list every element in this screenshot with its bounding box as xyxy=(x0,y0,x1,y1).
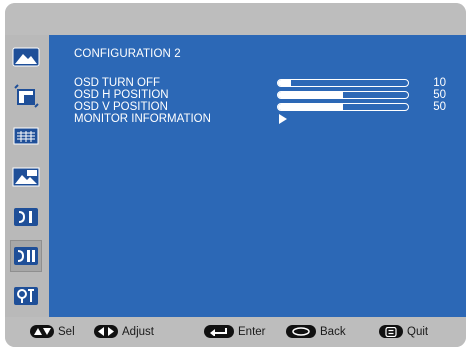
menu-icon xyxy=(379,325,403,338)
osd-turn-off-slider[interactable] xyxy=(277,79,409,87)
menu-item-value: 10 xyxy=(433,77,446,89)
menu-item-value: 50 xyxy=(433,101,446,113)
hint-quit: Quit xyxy=(379,325,428,338)
hint-label: Back xyxy=(320,325,346,338)
hint-adjust: Adjust xyxy=(94,325,154,338)
osd-top-bar xyxy=(5,3,466,35)
osd-h-position-slider[interactable] xyxy=(277,91,409,99)
osd-sidebar xyxy=(5,35,49,317)
hint-select: Sel xyxy=(30,325,75,338)
slider-fill xyxy=(278,80,291,86)
menu-item-label: OSD V POSITION xyxy=(74,101,168,113)
hint-back: Back xyxy=(286,325,346,338)
osd-footer: Sel Adjust Enter Back Quit xyxy=(5,317,466,347)
menu-title: CONFIGURATION 2 xyxy=(74,48,181,60)
menu-item-label: OSD TURN OFF xyxy=(74,77,161,89)
hint-label: Quit xyxy=(407,325,429,338)
configuration-1-icon[interactable] xyxy=(10,201,42,233)
advanced-icon[interactable] xyxy=(10,280,42,312)
hint-label: Sel xyxy=(58,325,75,338)
pip-icon[interactable] xyxy=(10,81,42,113)
hint-enter: Enter xyxy=(204,325,266,338)
slider-fill xyxy=(278,92,343,98)
osd-v-position-slider[interactable] xyxy=(277,103,409,111)
menu-item-label: MONITOR INFORMATION xyxy=(74,113,211,125)
up-down-icon xyxy=(30,325,54,338)
back-icon xyxy=(286,325,316,338)
left-right-icon xyxy=(94,325,118,338)
picture-icon[interactable] xyxy=(10,41,42,73)
configuration-2-icon[interactable] xyxy=(10,240,42,272)
play-arrow-icon[interactable] xyxy=(279,114,287,124)
hint-label: Enter xyxy=(238,325,266,338)
menu-item-label: OSD H POSITION xyxy=(74,89,169,101)
slider-fill xyxy=(278,104,343,110)
menu-item-value: 50 xyxy=(433,89,446,101)
schedule-icon[interactable] xyxy=(10,161,42,193)
enter-icon xyxy=(204,325,234,338)
menu-panel: CONFIGURATION 2 OSD TURN OFF 10 OSD H PO… xyxy=(49,35,466,317)
osd-menu: CONFIGURATION 2 OSD TURN OFF 10 OSD H PO… xyxy=(5,3,466,347)
audio-icon[interactable] xyxy=(10,120,42,152)
hint-label: Adjust xyxy=(122,325,154,338)
